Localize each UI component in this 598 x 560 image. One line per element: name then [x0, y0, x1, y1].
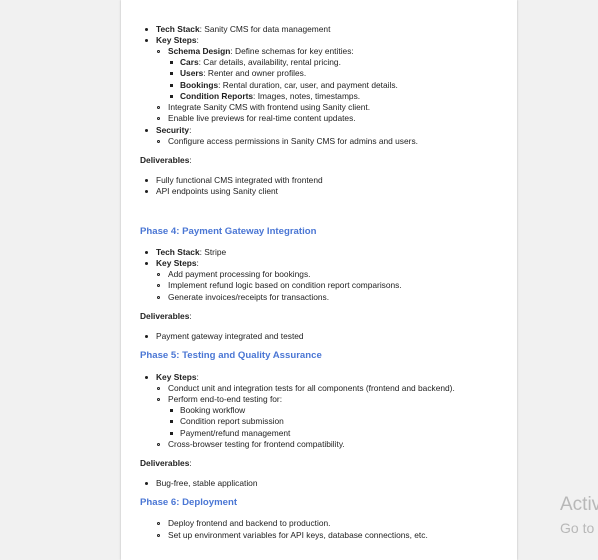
users-item: Users: Renter and owner profiles. [180, 68, 306, 79]
e2e-item: Payment/refund management [180, 428, 291, 438]
bullet-square [170, 420, 173, 423]
bullet-hollow [157, 398, 160, 401]
bullet-filled [145, 482, 149, 486]
step-item: Implement refund logic based on conditio… [168, 280, 402, 290]
bullet-square [170, 72, 173, 75]
bullet-filled [145, 190, 149, 194]
tech-stack-value: : Sanity CMS for data management [199, 24, 331, 34]
integrate-step: Integrate Sanity CMS with frontend using… [168, 102, 371, 112]
deliverable-item: Bug-free, stable application [156, 478, 258, 488]
bullet-hollow [157, 534, 160, 537]
condition-reports-item: Condition Reports: Images, notes, timest… [180, 91, 360, 102]
deliverables-label: Deliverables [140, 458, 190, 468]
users-label: Users [180, 68, 204, 78]
bullet-square [170, 95, 173, 98]
previews-step: Enable live previews for real-time conte… [168, 113, 356, 123]
bullet-hollow [157, 387, 160, 390]
bookings-item: Bookings: Rental duration, car, user, an… [180, 80, 398, 91]
bullet-filled [145, 262, 149, 266]
colon: : [196, 35, 199, 45]
key-steps-item: Key Steps: [156, 372, 199, 383]
bullet-hollow [157, 140, 160, 143]
tech-stack-item: Tech Stack: Stripe [156, 247, 226, 258]
activation-watermark-subtitle: Go to [560, 520, 595, 536]
colon: : [189, 125, 192, 135]
bookings-label: Bookings [180, 80, 219, 90]
e2e-item: Condition report submission [180, 416, 284, 426]
bullet-hollow [157, 284, 160, 287]
cars-value: : Car details, availability, rental pric… [198, 57, 341, 67]
bullet-hollow [157, 443, 160, 446]
step-item: Set up environment variables for API key… [168, 530, 428, 540]
document-page: Tech Stack: Sanity CMS for data manageme… [121, 0, 517, 560]
step-item: Conduct unit and integration tests for a… [168, 383, 455, 393]
deliverables-label: Deliverables [140, 311, 190, 321]
deliverable-item: API endpoints using Sanity client [156, 186, 278, 196]
tech-stack-item: Tech Stack: Sanity CMS for data manageme… [156, 24, 330, 35]
key-steps-item: Key Steps: [156, 35, 199, 46]
key-steps-item: Key Steps: [156, 258, 199, 269]
tech-stack-label: Tech Stack [156, 247, 200, 257]
bullet-hollow [157, 50, 160, 53]
deliverables-label: Deliverables [140, 155, 190, 165]
bullet-hollow [157, 522, 160, 525]
security-step: Configure access permissions in Sanity C… [168, 136, 418, 146]
step-item: Cross-browser testing for frontend compa… [168, 439, 345, 449]
bullet-square [170, 432, 173, 435]
deliverable-item: Payment gateway integrated and tested [156, 331, 304, 341]
bullet-hollow [157, 273, 160, 276]
security-item: Security: [156, 125, 191, 136]
bullet-hollow [157, 117, 160, 120]
deliverable-item: Fully functional CMS integrated with fro… [156, 175, 323, 185]
key-steps-label: Key Steps [156, 258, 197, 268]
bullet-hollow [157, 106, 160, 109]
bullet-filled [145, 251, 149, 255]
phase4-heading: Phase 4: Payment Gateway Integration [140, 226, 317, 237]
bullet-filled [145, 28, 149, 32]
condition-reports-value: : Images, notes, timestamps. [253, 91, 361, 101]
condition-reports-label: Condition Reports [180, 91, 254, 101]
deliverables-heading: Deliverables: [140, 458, 192, 469]
step-item: Add payment processing for bookings. [168, 269, 311, 279]
schema-design-value: : Define schemas for key entities: [230, 46, 354, 56]
bullet-filled [145, 335, 149, 339]
cars-label: Cars [180, 57, 199, 67]
deliverables-heading: Deliverables: [140, 311, 192, 322]
bullet-filled [145, 129, 149, 133]
bullet-hollow [157, 296, 160, 299]
step-item: Deploy frontend and backend to productio… [168, 518, 331, 528]
tech-stack-value: : Stripe [199, 247, 227, 257]
colon: : [189, 458, 192, 468]
tech-stack-label: Tech Stack [156, 24, 200, 34]
deliverables-heading: Deliverables: [140, 155, 192, 166]
colon: : [189, 155, 192, 165]
bullet-filled [145, 179, 149, 183]
cars-item: Cars: Car details, availability, rental … [180, 57, 341, 68]
bookings-value: : Rental duration, car, user, and paymen… [218, 80, 398, 90]
security-label: Security [156, 125, 190, 135]
e2e-item: Booking workflow [180, 405, 246, 415]
colon: : [196, 258, 199, 268]
key-steps-label: Key Steps [156, 372, 197, 382]
users-value: : Renter and owner profiles. [203, 68, 307, 78]
schema-design-item: Schema Design: Define schemas for key en… [168, 46, 354, 57]
bullet-square [170, 409, 173, 412]
activation-watermark-title: Activ [560, 494, 598, 515]
phase5-heading: Phase 5: Testing and Quality Assurance [140, 350, 322, 361]
phase6-heading: Phase 6: Deployment [140, 497, 238, 508]
key-steps-label: Key Steps [156, 35, 197, 45]
colon: : [189, 311, 192, 321]
step-item: Perform end-to-end testing for: [168, 394, 283, 404]
bullet-filled [145, 39, 149, 43]
bullet-filled [145, 376, 149, 380]
step-item: Generate invoices/receipts for transacti… [168, 292, 330, 302]
bullet-square [170, 84, 173, 87]
bullet-square [170, 61, 173, 64]
schema-design-label: Schema Design [168, 46, 231, 56]
colon: : [196, 372, 199, 382]
